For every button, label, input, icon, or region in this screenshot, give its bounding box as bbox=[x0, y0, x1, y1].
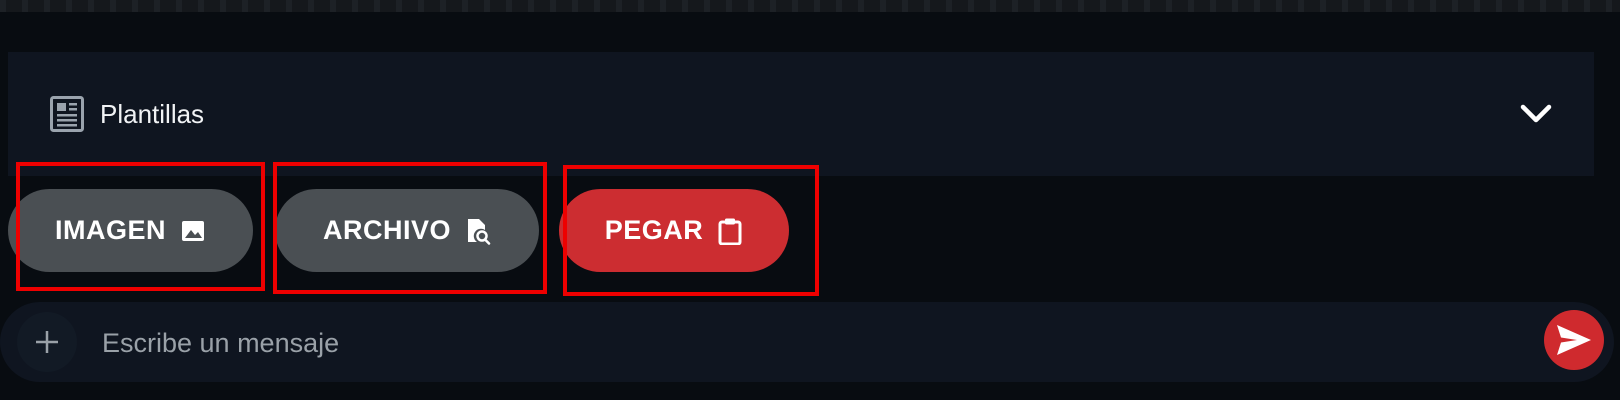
templates-icon bbox=[50, 96, 84, 132]
clipboard-icon bbox=[718, 218, 742, 245]
file-button[interactable]: ARCHIVO bbox=[275, 189, 539, 272]
image-button[interactable]: IMAGEN bbox=[8, 189, 253, 272]
file-search-icon bbox=[468, 218, 491, 245]
image-button-label: IMAGEN bbox=[55, 215, 166, 245]
templates-accordion[interactable]: Plantillas bbox=[8, 52, 1594, 176]
add-attachment-button[interactable] bbox=[17, 312, 77, 372]
image-icon bbox=[182, 220, 204, 241]
message-composer bbox=[0, 302, 1614, 382]
paste-button[interactable]: PEGAR bbox=[559, 189, 789, 272]
file-button-label: ARCHIVO bbox=[322, 215, 451, 245]
top-pattern-strip bbox=[0, 0, 1620, 12]
send-icon bbox=[1557, 325, 1591, 355]
plus-icon bbox=[36, 331, 58, 353]
send-button[interactable] bbox=[1544, 310, 1604, 370]
chevron-down-icon[interactable] bbox=[1518, 98, 1554, 128]
templates-label: Plantillas bbox=[100, 99, 205, 129]
paste-button-label: PEGAR bbox=[604, 215, 704, 245]
message-input[interactable] bbox=[100, 318, 1484, 368]
